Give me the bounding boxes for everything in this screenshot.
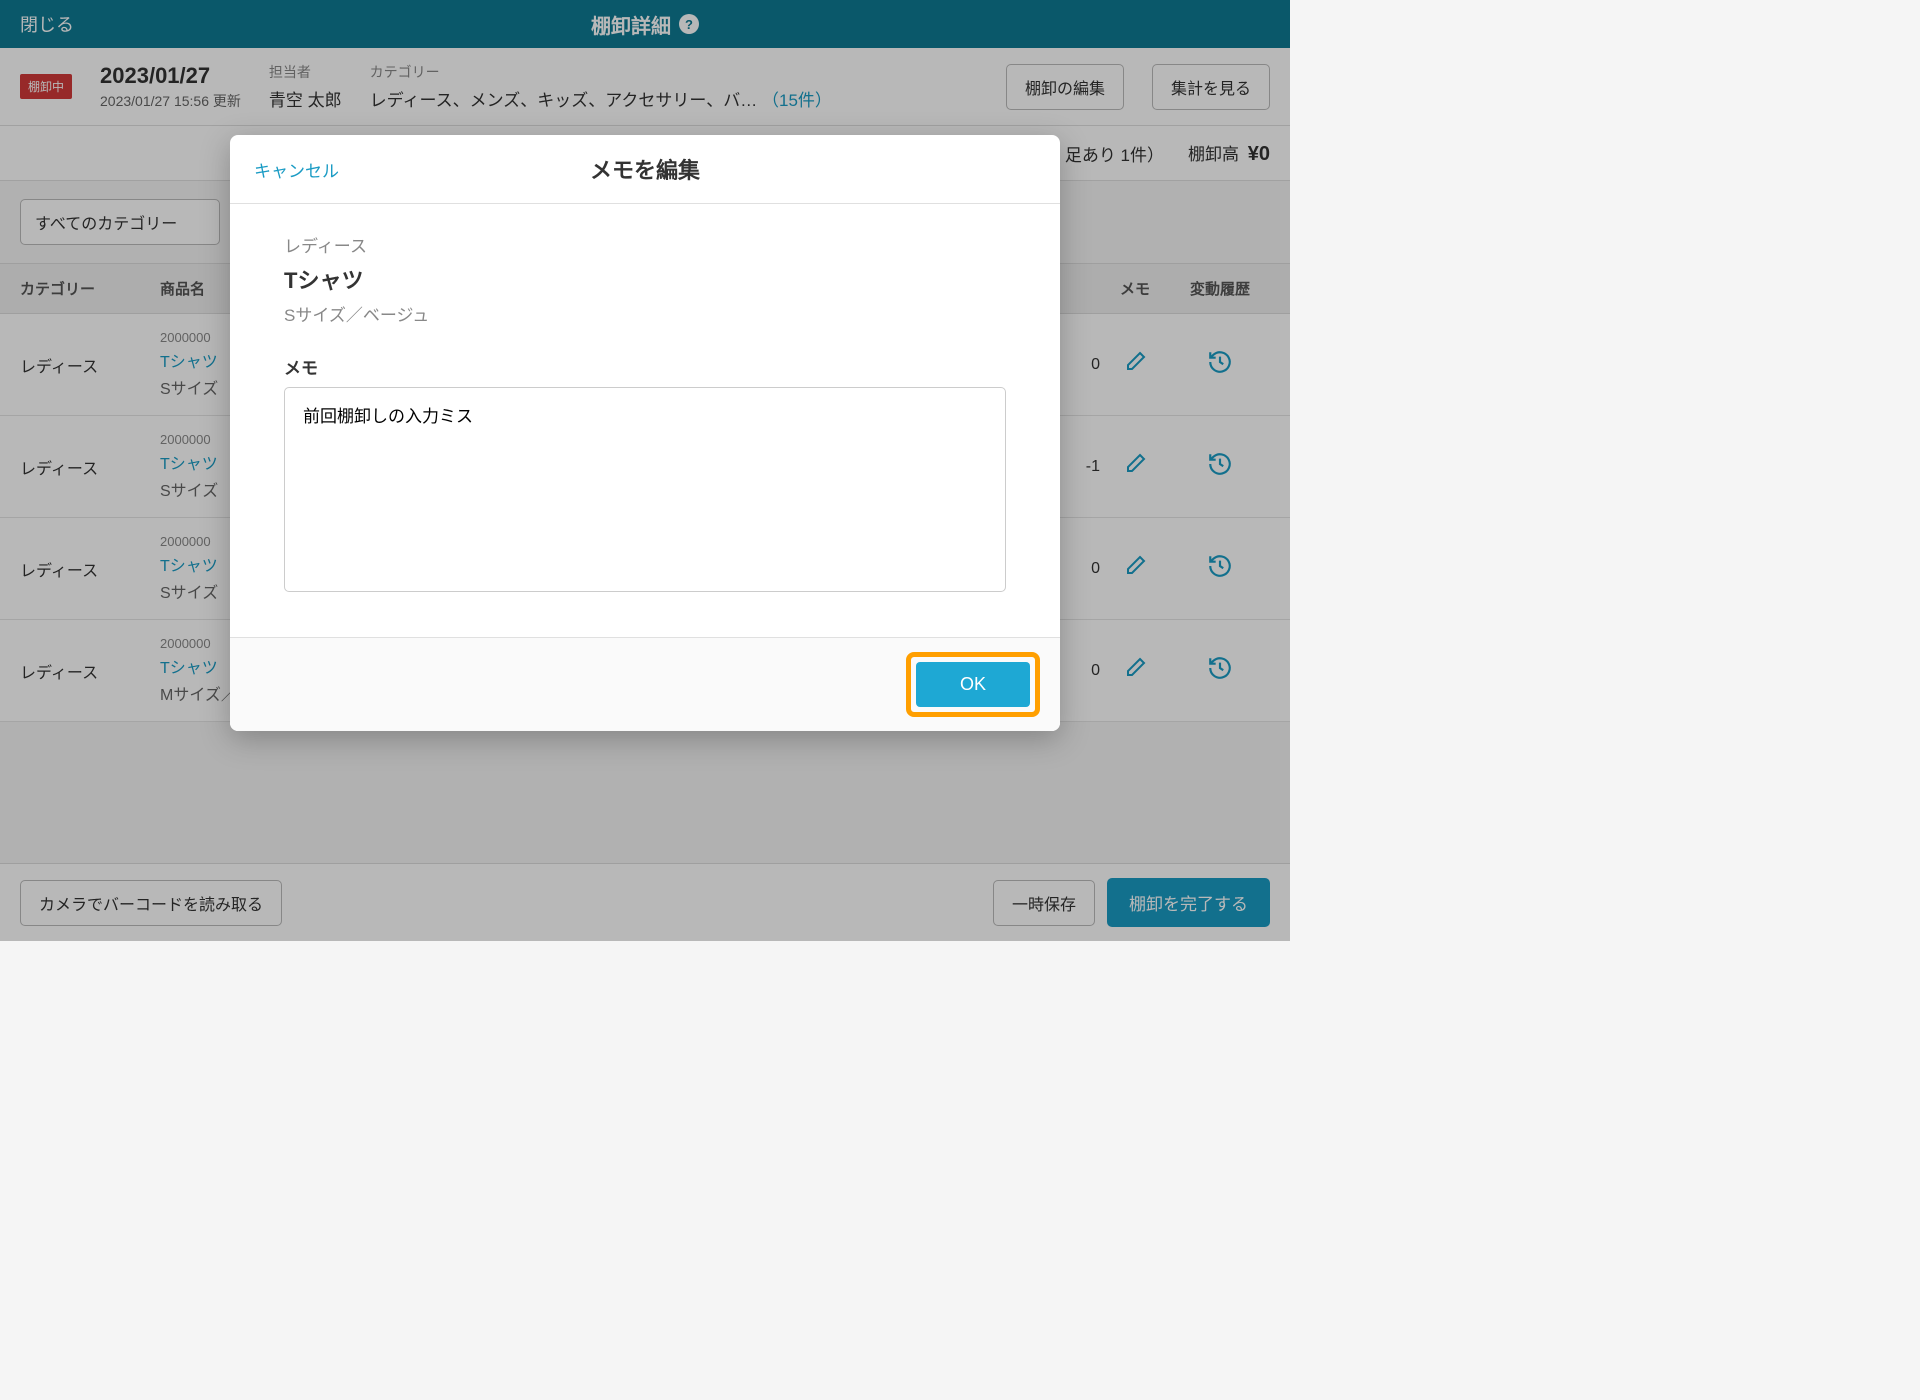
modal-footer: OK xyxy=(230,637,1060,731)
ok-highlight: OK xyxy=(906,652,1040,717)
modal-body: レディース Tシャツ Sサイズ／ベージュ メモ xyxy=(230,204,1060,637)
memo-textarea[interactable] xyxy=(284,387,1006,592)
modal-header: キャンセル メモを編集 xyxy=(230,135,1060,204)
ok-button[interactable]: OK xyxy=(916,662,1030,707)
modal-product: Tシャツ xyxy=(284,263,1006,295)
cancel-button[interactable]: キャンセル xyxy=(254,157,339,182)
modal-variant: Sサイズ／ベージュ xyxy=(284,301,1006,326)
memo-label: メモ xyxy=(284,354,1006,379)
modal-category: レディース xyxy=(284,232,1006,257)
modal-title: メモを編集 xyxy=(590,153,700,185)
edit-memo-modal: キャンセル メモを編集 レディース Tシャツ Sサイズ／ベージュ メモ OK xyxy=(230,135,1060,731)
